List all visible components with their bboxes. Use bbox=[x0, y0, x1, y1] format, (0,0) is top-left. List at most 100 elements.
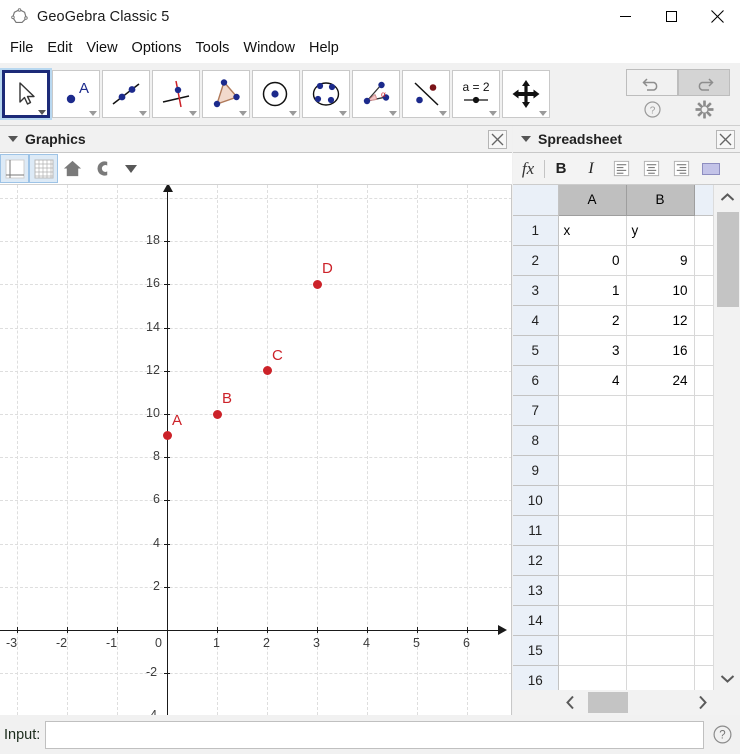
cell-A13[interactable] bbox=[558, 575, 626, 605]
data-point[interactable] bbox=[213, 410, 222, 419]
menu-item-help[interactable]: Help bbox=[302, 38, 346, 58]
cell-B14[interactable] bbox=[626, 605, 694, 635]
cell-A11[interactable] bbox=[558, 515, 626, 545]
cell-A8[interactable] bbox=[558, 425, 626, 455]
graphics-close-button[interactable] bbox=[488, 130, 507, 149]
spreadsheet-close-button[interactable] bbox=[716, 130, 735, 149]
spreadsheet-horizontal-scrollbar[interactable] bbox=[556, 690, 740, 715]
tool-dropdown-corner-icon[interactable] bbox=[539, 111, 547, 116]
row-header-15[interactable]: 15 bbox=[513, 635, 558, 665]
row-header-3[interactable]: 3 bbox=[513, 275, 558, 305]
angle-tool[interactable]: α bbox=[352, 70, 400, 118]
row-header-2[interactable]: 2 bbox=[513, 245, 558, 275]
cell-B5[interactable]: 16 bbox=[626, 335, 694, 365]
row-header-10[interactable]: 10 bbox=[513, 485, 558, 515]
point-capturing-dropdown[interactable] bbox=[116, 154, 145, 183]
cell-B10[interactable] bbox=[626, 485, 694, 515]
settings-button[interactable] bbox=[678, 97, 730, 121]
row-header-9[interactable]: 9 bbox=[513, 455, 558, 485]
cell-A4[interactable]: 2 bbox=[558, 305, 626, 335]
tool-dropdown-corner-icon[interactable] bbox=[489, 111, 497, 116]
cell-B9[interactable] bbox=[626, 455, 694, 485]
align-center-button[interactable] bbox=[636, 154, 666, 184]
cell-A14[interactable] bbox=[558, 605, 626, 635]
cell-A3[interactable]: 1 bbox=[558, 275, 626, 305]
horizontal-scrollbar-thumb[interactable] bbox=[588, 692, 628, 713]
scroll-down-button[interactable] bbox=[714, 666, 740, 690]
menu-item-view[interactable]: View bbox=[79, 38, 124, 58]
row-header-7[interactable]: 7 bbox=[513, 395, 558, 425]
maximize-button[interactable] bbox=[648, 0, 694, 33]
undo-button[interactable] bbox=[626, 69, 678, 96]
row-header-5[interactable]: 5 bbox=[513, 335, 558, 365]
collapse-caret-icon[interactable] bbox=[8, 136, 18, 142]
data-point-label[interactable]: D bbox=[322, 260, 333, 277]
redo-button[interactable] bbox=[678, 69, 730, 96]
menu-item-options[interactable]: Options bbox=[125, 38, 189, 58]
row-header-8[interactable]: 8 bbox=[513, 425, 558, 455]
cell-B3[interactable]: 10 bbox=[626, 275, 694, 305]
background-color-button[interactable] bbox=[696, 154, 726, 184]
cell-B6[interactable]: 24 bbox=[626, 365, 694, 395]
row-header-13[interactable]: 13 bbox=[513, 575, 558, 605]
polygon-tool[interactable] bbox=[202, 70, 250, 118]
point-capturing-button[interactable] bbox=[87, 154, 116, 183]
align-left-button[interactable] bbox=[606, 154, 636, 184]
spreadsheet-corner-header[interactable] bbox=[513, 185, 558, 215]
cell-B11[interactable] bbox=[626, 515, 694, 545]
scroll-left-button[interactable] bbox=[556, 690, 584, 715]
cell-A9[interactable] bbox=[558, 455, 626, 485]
align-right-button[interactable] bbox=[666, 154, 696, 184]
row-header-12[interactable]: 12 bbox=[513, 545, 558, 575]
column-header-b[interactable]: B bbox=[626, 185, 694, 215]
cell-A5[interactable]: 3 bbox=[558, 335, 626, 365]
graphics-view[interactable]: -3-2-10123456-4-224681012141618ABCD bbox=[0, 185, 512, 715]
tool-dropdown-corner-icon[interactable] bbox=[139, 111, 147, 116]
tool-dropdown-corner-icon[interactable] bbox=[239, 111, 247, 116]
cell-A1[interactable]: x bbox=[558, 215, 626, 245]
reflect-tool[interactable] bbox=[402, 70, 450, 118]
input-field[interactable] bbox=[45, 721, 704, 749]
tool-dropdown-corner-icon[interactable] bbox=[38, 110, 46, 115]
cell-B13[interactable] bbox=[626, 575, 694, 605]
line-tool[interactable] bbox=[102, 70, 150, 118]
move-tool[interactable] bbox=[2, 70, 50, 118]
spreadsheet-grid[interactable]: AB 1xy2093110421253166424789101112131415… bbox=[513, 185, 740, 715]
row-header-11[interactable]: 11 bbox=[513, 515, 558, 545]
cell-B2[interactable]: 9 bbox=[626, 245, 694, 275]
cell-B15[interactable] bbox=[626, 635, 694, 665]
data-point-label[interactable]: A bbox=[172, 412, 182, 429]
perpendicular-line-tool[interactable] bbox=[152, 70, 200, 118]
tool-dropdown-corner-icon[interactable] bbox=[439, 111, 447, 116]
point-tool[interactable]: A bbox=[52, 70, 100, 118]
cell-B7[interactable] bbox=[626, 395, 694, 425]
conic-tool[interactable] bbox=[302, 70, 350, 118]
collapse-caret-icon[interactable] bbox=[521, 136, 531, 142]
data-point-label[interactable]: C bbox=[272, 347, 283, 364]
standard-view-button[interactable] bbox=[58, 154, 87, 183]
scroll-right-button[interactable] bbox=[688, 690, 716, 715]
input-help-button[interactable]: ? bbox=[704, 725, 740, 744]
row-header-1[interactable]: 1 bbox=[513, 215, 558, 245]
minimize-button[interactable] bbox=[602, 0, 648, 33]
slider-tool[interactable]: a = 2 bbox=[452, 70, 500, 118]
cell-A10[interactable] bbox=[558, 485, 626, 515]
data-point[interactable] bbox=[263, 366, 272, 375]
tool-dropdown-corner-icon[interactable] bbox=[389, 111, 397, 116]
menu-item-edit[interactable]: Edit bbox=[40, 38, 79, 58]
data-point[interactable] bbox=[313, 280, 322, 289]
cell-A15[interactable] bbox=[558, 635, 626, 665]
cell-B12[interactable] bbox=[626, 545, 694, 575]
vertical-scrollbar-thumb[interactable] bbox=[717, 212, 739, 307]
tool-dropdown-corner-icon[interactable] bbox=[289, 111, 297, 116]
cell-B4[interactable]: 12 bbox=[626, 305, 694, 335]
cell-A6[interactable]: 4 bbox=[558, 365, 626, 395]
tool-dropdown-corner-icon[interactable] bbox=[339, 111, 347, 116]
row-header-6[interactable]: 6 bbox=[513, 365, 558, 395]
menu-item-file[interactable]: File bbox=[3, 38, 40, 58]
column-header-a[interactable]: A bbox=[558, 185, 626, 215]
tool-dropdown-corner-icon[interactable] bbox=[189, 111, 197, 116]
scroll-up-button[interactable] bbox=[714, 185, 740, 209]
data-point[interactable] bbox=[163, 431, 172, 440]
data-point-label[interactable]: B bbox=[222, 390, 232, 407]
